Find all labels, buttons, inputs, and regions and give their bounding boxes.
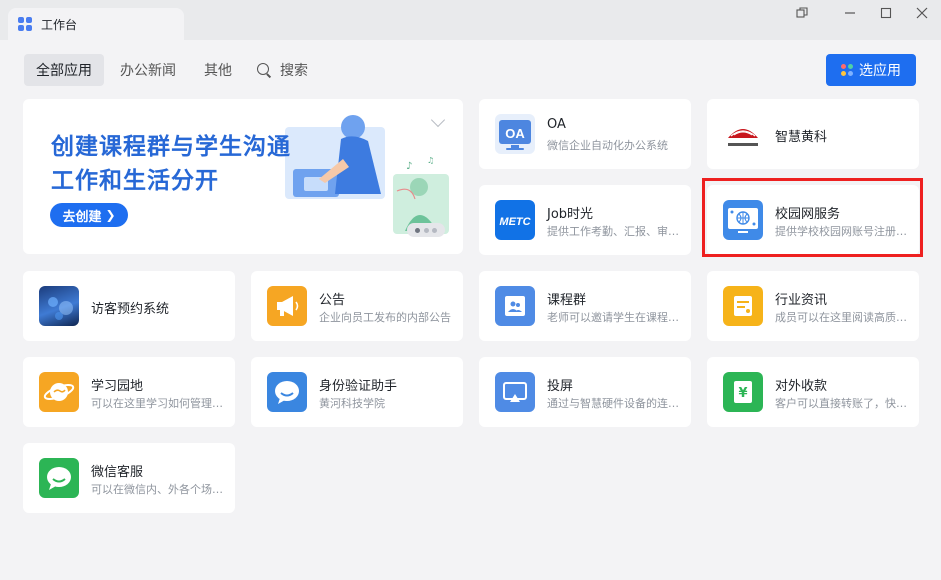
tab-other[interactable]: 其他	[192, 54, 244, 86]
chevron-right-icon: ❯	[105, 208, 116, 222]
app-desc: 提供工作考勤、汇报、审批等功能	[547, 225, 679, 238]
app-name: Job时光	[547, 207, 594, 222]
app-name: 访客预约系统	[91, 302, 170, 317]
megaphone-icon	[267, 286, 307, 326]
category-toolbar: 全部应用 办公新闻 其他 搜索	[24, 54, 316, 86]
choose-apps-label: 选应用	[859, 63, 901, 79]
close-icon[interactable]	[912, 4, 932, 22]
app-desc: 可以在这里学习如何管理企业	[91, 397, 223, 410]
app-card-identity-assistant[interactable]: 身份验证助手 黄河科技学院	[251, 357, 463, 427]
search-button[interactable]: 搜索	[248, 54, 316, 86]
create-course-group-button[interactable]: 去创建 ❯	[50, 203, 128, 227]
banner-headline: 创建课程群与学生沟通	[51, 134, 291, 160]
window-tab-title: 工作台	[41, 17, 78, 32]
huangke-logo	[723, 114, 763, 154]
window-tab[interactable]: 工作台	[8, 8, 184, 40]
svg-text:METC: METC	[499, 216, 531, 228]
app-desc: 老师可以邀请学生在课程群沟通	[547, 311, 679, 324]
app-card-payment[interactable]: ¥ 对外收款 客户可以直接转账了，快速收款	[707, 357, 919, 427]
app-name: 学习园地	[91, 379, 144, 394]
app-name: 智慧黄科	[775, 130, 828, 145]
minimize-icon[interactable]	[840, 4, 860, 22]
app-name: OA	[547, 117, 566, 132]
yuan-icon: ¥	[723, 372, 763, 412]
oa-icon: OA	[495, 114, 535, 154]
app-card-visitor[interactable]: 访客预约系统	[23, 271, 235, 341]
app-name: 对外收款	[775, 379, 828, 394]
app-desc: 可以在微信内、外各个场景接入	[91, 483, 223, 496]
svg-text:¥: ¥	[738, 386, 747, 401]
metc-icon: METC	[495, 200, 535, 240]
wechat-service-icon	[39, 458, 79, 498]
app-name: 课程群	[547, 293, 587, 308]
title-bar: 工作台	[0, 0, 941, 40]
tab-all-apps[interactable]: 全部应用	[24, 54, 104, 86]
course-group-icon	[495, 286, 535, 326]
app-name: 身份验证助手	[319, 379, 398, 394]
app-desc: 客户可以直接转账了，快速收款	[775, 397, 907, 410]
svg-text:♫: ♫	[427, 156, 434, 165]
app-card-wechat-service[interactable]: 微信客服 可以在微信内、外各个场景接入	[23, 443, 235, 513]
svg-text:♪: ♪	[406, 161, 412, 172]
app-desc: 通过与智慧硬件设备的连接投屏	[547, 397, 679, 410]
create-label: 去创建	[62, 209, 102, 225]
news-icon	[723, 286, 763, 326]
app-card-zhihui-huangke[interactable]: 智慧黄科	[707, 99, 919, 169]
screen-cast-icon	[495, 372, 535, 412]
maximize-icon[interactable]	[876, 4, 896, 22]
visitor-icon	[39, 286, 79, 326]
app-desc: 企业向员工发布的内部公告	[319, 311, 451, 324]
app-card-job-shiguang[interactable]: METC Job时光 提供工作考勤、汇报、审批等功能	[479, 185, 691, 255]
workbench-icon	[18, 17, 32, 31]
banner-pagination[interactable]	[407, 223, 445, 237]
colorful-dots-icon	[841, 64, 853, 76]
promo-banner[interactable]: ♪ ♫ 创建课程群与学生沟通 工作和生活分开 去创建 ❯	[23, 99, 463, 254]
app-desc: 成员可以在这里阅读高质量资讯	[775, 311, 907, 324]
app-name: 微信客服	[91, 465, 144, 480]
app-name: 投屏	[547, 379, 574, 394]
svg-text:OA: OA	[505, 126, 525, 141]
search-label: 搜索	[280, 63, 308, 79]
restore-icon[interactable]	[792, 4, 812, 22]
app-card-screen-cast[interactable]: 投屏 通过与智慧硬件设备的连接投屏	[479, 357, 691, 427]
app-desc: 微信企业自动化办公系统	[547, 139, 668, 152]
app-card-announcement[interactable]: 公告 企业向员工发布的内部公告	[251, 271, 463, 341]
app-card-oa[interactable]: OA OA 微信企业自动化办公系统	[479, 99, 691, 169]
banner-subheadline: 工作和生活分开	[51, 168, 219, 194]
app-name: 行业资讯	[775, 293, 828, 308]
tab-office-news[interactable]: 办公新闻	[108, 54, 188, 86]
app-name: 公告	[319, 293, 346, 308]
chat-bubble-icon	[267, 372, 307, 412]
app-desc: 黄河科技学院	[319, 397, 385, 410]
app-card-industry-news[interactable]: 行业资讯 成员可以在这里阅读高质量资讯	[707, 271, 919, 341]
app-card-learning[interactable]: 学习园地 可以在这里学习如何管理企业	[23, 357, 235, 427]
search-icon	[256, 62, 272, 78]
choose-apps-button[interactable]: 选应用	[826, 54, 916, 86]
app-card-course-group[interactable]: 课程群 老师可以邀请学生在课程群沟通	[479, 271, 691, 341]
planet-icon	[39, 372, 79, 412]
selection-highlight	[702, 178, 923, 257]
